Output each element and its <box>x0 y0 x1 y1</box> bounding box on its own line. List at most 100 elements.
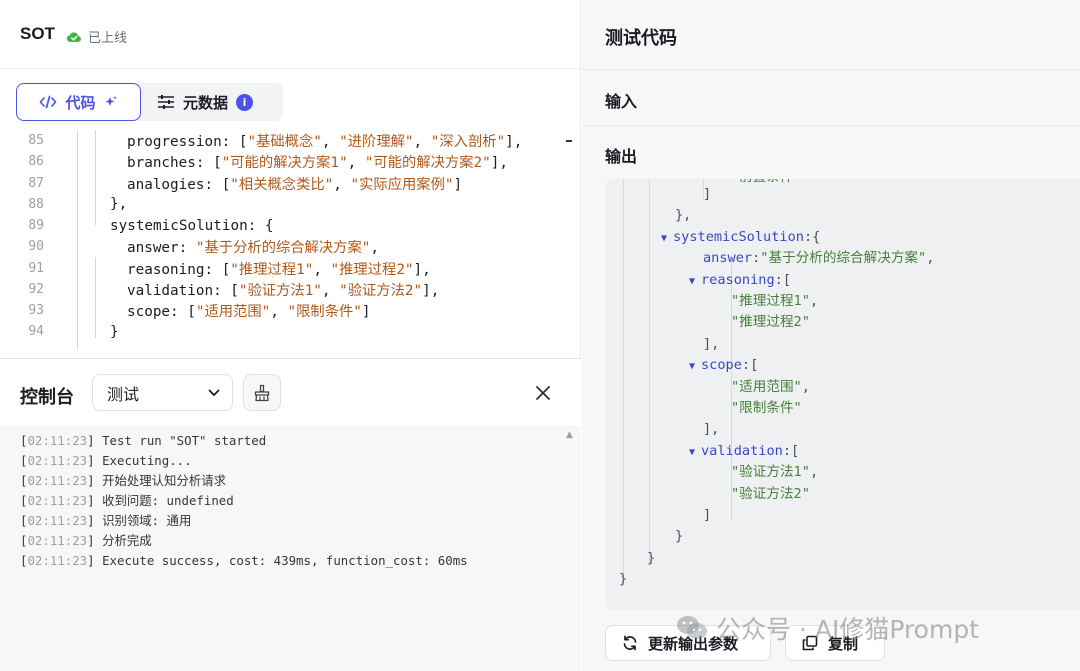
output-key: systemicSolution <box>673 228 804 245</box>
code-punct: ], <box>490 155 508 172</box>
code-key: branches <box>127 155 196 172</box>
code-text: systemicSolution: { <box>110 218 274 234</box>
broom-icon <box>254 384 270 401</box>
code-punct: , <box>413 134 431 151</box>
log-bracket: [ <box>20 432 28 448</box>
input-section[interactable]: 输入 <box>582 70 1080 126</box>
code-punct: [ <box>238 134 248 151</box>
log-bracket: ] <box>87 552 103 568</box>
log-timestamp: 02:11:23 <box>27 512 88 528</box>
log-bracket: ] <box>87 472 103 488</box>
console-log-line: [02:11:23] 开始处理认知分析请求 <box>20 470 581 490</box>
output-line: } <box>647 548 655 569</box>
test-panel-title: 测试代码 <box>605 28 677 49</box>
code-text: analogies: ["相关概念类比", "实际应用案例"] <box>127 173 462 194</box>
output-line: ] <box>703 184 711 205</box>
test-panel: 测试代码 输入 输出 前置条件 ]},▼systemicSolution:{an… <box>582 0 1080 671</box>
log-message: 识别领域: 通用 <box>102 513 192 528</box>
code-line: 86 branches: ["可能的解决方案1", "可能的解决方案2"], <box>0 151 581 172</box>
output-line: "限制条件" <box>731 398 802 419</box>
output-line: ] <box>703 505 711 526</box>
refresh-output-button[interactable]: 更新输出参数 <box>605 625 771 661</box>
log-bracket: [ <box>20 472 28 488</box>
code-key: analogies <box>127 176 205 193</box>
output-punct: ], <box>703 335 720 352</box>
editor-scroll-marker <box>566 140 572 142</box>
code-editor[interactable]: 85 progression: ["基础概念", "进阶理解", "深入剖析"],… <box>0 130 581 350</box>
collapse-triangle-icon[interactable]: ▼ <box>689 356 701 377</box>
code-line: 94} <box>0 321 581 342</box>
code-text: scope: ["适用范围", "限制条件"] <box>127 300 371 321</box>
code-text: progression: ["基础概念", "进阶理解", "深入剖析"], <box>127 130 522 151</box>
code-punct: : <box>213 282 231 299</box>
log-message: Executing... <box>102 452 192 468</box>
copy-label: 复制 <box>828 634 859 653</box>
output-line: ], <box>703 334 719 355</box>
collapse-triangle-icon[interactable]: ▼ <box>689 271 701 292</box>
code-punct: ], <box>505 134 523 151</box>
tab-code[interactable]: 代码 <box>16 83 141 121</box>
output-key: answer <box>703 250 753 267</box>
tab-metadata[interactable]: 元数据 i <box>141 83 271 121</box>
code-punct: : <box>204 176 222 193</box>
output-line: "推理过程1", <box>731 291 818 312</box>
output-punct: , <box>809 293 819 309</box>
copy-button[interactable]: 复制 <box>785 625 885 661</box>
output-line: "适用范围", <box>731 377 810 398</box>
output-line: ▼ scope:[ <box>689 355 758 376</box>
log-message: Execute success, cost: 439ms, function_c… <box>102 552 468 568</box>
info-icon[interactable]: i <box>236 93 254 111</box>
output-line: "推理过程2" <box>731 312 810 333</box>
code-punct: , <box>370 240 379 257</box>
log-timestamp: 02:11:23 <box>27 552 88 568</box>
log-bracket: [ <box>20 552 28 568</box>
left-pane: SOT 已上线 代码 元数据 i 85 progression: ["基础概念"… <box>0 0 581 671</box>
line-number: 86 <box>28 154 44 170</box>
collapse-triangle-icon[interactable]: ▼ <box>661 228 673 249</box>
console-log: [02:11:23] Test run "SOT" started[02:11:… <box>0 426 581 671</box>
output-punct: : <box>782 442 792 459</box>
close-console-button[interactable] <box>532 382 554 404</box>
log-timestamp: 02:11:23 <box>27 452 88 468</box>
output-punct: [ <box>791 442 800 459</box>
output-string: "适用范围" <box>731 378 802 395</box>
output-key: validation <box>701 442 783 459</box>
code-punct: ], <box>422 282 440 299</box>
output-punct: } <box>619 571 628 588</box>
code-token: systemicSolution: { <box>110 217 274 234</box>
tab-bar: 代码 元数据 i <box>16 83 283 121</box>
collapse-triangle-icon[interactable]: ▼ <box>689 442 701 463</box>
code-punct: [ <box>230 282 239 299</box>
output-punct: }, <box>675 207 692 224</box>
code-line: 92 validation: ["验证方法1", "验证方法2"], <box>0 279 581 300</box>
line-number: 90 <box>28 239 44 255</box>
input-label: 输入 <box>605 92 638 111</box>
code-line: 88}, <box>0 194 581 215</box>
code-text: }, <box>110 196 127 212</box>
code-punct: : <box>170 304 188 321</box>
console-env-select[interactable]: 测试 <box>92 374 233 411</box>
sparkle-icon <box>105 96 117 106</box>
output-line: "验证方法2" <box>731 484 810 505</box>
output-line: ], <box>703 419 719 440</box>
tab-metadata-label: 元数据 <box>183 93 229 112</box>
code-text: branches: ["可能的解决方案1", "可能的解决方案2"], <box>127 151 508 172</box>
code-key: scope <box>127 304 171 321</box>
code-string: "限制条件" <box>287 304 362 321</box>
code-string: "验证方法2" <box>339 282 423 299</box>
indent-guide <box>623 179 624 584</box>
output-viewer[interactable]: 前置条件 ]},▼systemicSolution:{answer:"基于分析的… <box>605 179 1080 610</box>
log-timestamp: 02:11:23 <box>27 532 88 548</box>
app-name: SOT <box>20 24 55 43</box>
log-bracket: [ <box>20 512 28 528</box>
output-string: "验证方法1" <box>731 464 810 481</box>
clear-console-button[interactable] <box>243 374 281 411</box>
code-punct: , <box>313 261 331 278</box>
code-string: "适用范围" <box>195 304 271 321</box>
indent-guide <box>649 179 650 564</box>
output-punct: , <box>926 250 935 267</box>
console-scroll-up-icon[interactable]: ▲ <box>566 430 576 440</box>
sliders-icon <box>158 95 174 109</box>
code-string: "进阶理解" <box>339 134 414 151</box>
code-punct: [ <box>187 304 196 321</box>
